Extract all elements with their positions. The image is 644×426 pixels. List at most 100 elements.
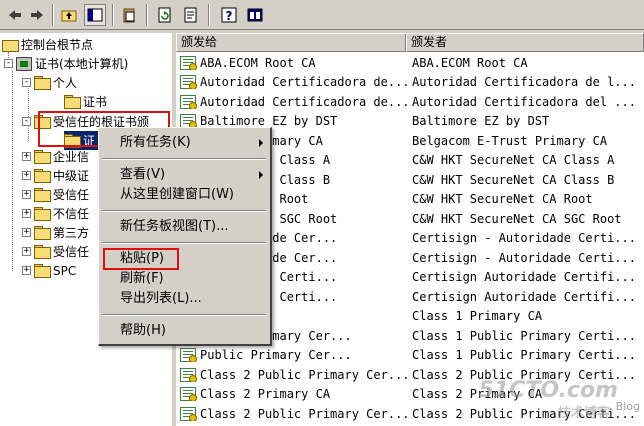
export-icon[interactable] [180,4,202,26]
menu-item-refresh[interactable]: 刷新(F) [99,269,269,289]
menu-item-label: 导出列表(L)... [120,291,202,306]
menu-item-label: 刷新(F) [120,271,164,286]
table-row[interactable]: Class 2 Public Primary Cer... Class 2 Pub… [176,365,644,385]
tree-item-certificates-local[interactable]: - 证书(本地计算机) [4,54,128,73]
column-header-issued-to[interactable]: 颁发给 [176,33,406,52]
menu-item-help[interactable]: 帮助(H) [99,321,269,341]
table-row[interactable]: ABA.ECOM Root CA ABA.ECOM Root CA [176,53,644,73]
tree-item-label: 第三方 [53,226,90,240]
table-row[interactable]: Public Primary Cer... Class 1 Public Prim… [176,346,644,366]
certificate-icon [180,387,197,402]
svg-text:?: ? [226,9,233,23]
certificate-icon [180,75,197,90]
certificate-icon [180,406,197,421]
menu-item-label: 帮助(H) [120,323,166,338]
cell-issued-to: Class 2 Public Primary Cer... [176,367,408,382]
issued-to-text: Public Primary Cer... [200,348,352,363]
cell-issued-by: Certisign - Autoridade Certi... [412,250,636,265]
clipboard-icon[interactable] [118,4,140,26]
folder-icon [34,188,51,202]
annotation-highlight-box [103,248,179,270]
context-menu: 所有任务(K) 查看(V) 从这里创建窗口(W) 新任务板视图(T)... 粘贴… [98,127,272,346]
tree-item-label: 受信任 [53,188,90,202]
tree-item-label: SPC [53,263,77,278]
menu-separator [102,210,266,212]
refresh-icon[interactable] [154,4,176,26]
tree-item-label: 企业信 [53,150,90,164]
tree-item-trusted-people[interactable]: + 受信任 [22,242,89,261]
tree-item-intermediate-ca[interactable]: + 中级证 [22,166,89,185]
help-icon[interactable]: ? [218,4,240,26]
expand-icon[interactable]: + [22,228,31,237]
forward-icon[interactable] [26,4,48,26]
menu-item-all-tasks[interactable]: 所有任务(K) [99,133,269,153]
table-row[interactable]: Autoridad Certificadora de... Autoridad C… [176,92,644,112]
expand-icon[interactable]: + [22,190,31,199]
properties-icon[interactable] [244,4,266,26]
folder-icon [34,76,51,90]
cell-issued-by: Autoridad Certificadora de l... [412,75,636,90]
table-row[interactable]: Class 2 Public Primary Cer... Class 2 Pub… [176,404,644,424]
up-folder-icon[interactable] [58,4,80,26]
expand-icon[interactable]: + [22,247,31,256]
cell-issued-by: Class 2 Public Primary Certi... [412,367,636,382]
cell-issued-by: Class 1 Primary CA [412,309,543,324]
menu-separator [102,242,266,244]
tree-root-label: 控制台根节点 [21,38,94,52]
issued-to-text: Class 2 Primary CA [200,387,331,402]
table-row[interactable]: Class 2 Primary CA Class 2 Primary CA [176,385,644,405]
expand-icon[interactable]: + [22,152,31,161]
menu-item-label: 从这里创建窗口(W) [120,187,234,202]
table-row[interactable]: Autoridad Certificadora de... Autoridad C… [176,73,644,93]
tree-item-spc[interactable]: + SPC [22,261,76,280]
cell-issued-to: Autoridad Certificadora de... [176,75,408,90]
collapse-icon[interactable]: - [4,59,13,68]
collapse-icon[interactable]: - [22,78,31,87]
tree-item-trusted-publishers[interactable]: + 受信任 [22,185,89,204]
certificate-icon [180,348,197,363]
cell-issued-by: Class 2 Primary CA [412,387,543,402]
cell-issued-by: ABA.ECOM Root CA [412,55,528,70]
list-header: 颁发给 颁发者 [176,33,644,52]
tree-item-enterprise-trust[interactable]: + 企业信 [22,147,89,166]
folder-icon [34,264,51,278]
certificate-icon [180,367,197,382]
tree-item-label: 受信任 [53,245,90,259]
tree-root[interactable]: 控制台根节点 [2,35,93,54]
menu-item-view[interactable]: 查看(V) [99,165,269,185]
cell-issued-by: Class 2 Public Primary Certi... [412,406,636,421]
cell-issued-to: Public Primary Cer... [176,348,408,363]
cell-issued-by: Class 1 Public Primary Certi... [412,328,636,343]
menu-item-new-taskpad[interactable]: 新任务板视图(T)... [99,217,269,237]
cell-issued-by: Certisign - Autoridade Certi... [412,231,636,246]
tree-item-personal-certs[interactable]: 证书 [64,92,107,111]
menu-item-new-window[interactable]: 从这里创建窗口(W) [99,185,269,205]
certificate-store-icon [16,56,32,71]
back-icon[interactable] [4,4,26,26]
menu-item-export-list[interactable]: 导出列表(L)... [99,289,269,309]
folder-icon [34,226,51,240]
certificate-icon [180,94,197,109]
tree-item-third-party-root[interactable]: + 第三方 [22,223,89,242]
issued-to-text: Class 2 Public Primary Cer... [200,367,408,382]
folder-icon [34,245,51,259]
expand-icon[interactable]: + [22,171,31,180]
expand-icon[interactable]: + [22,209,31,218]
tree-item-untrusted[interactable]: + 不信任 [22,204,89,223]
folder-icon [2,38,19,52]
collapse-icon[interactable]: - [22,117,31,126]
folder-icon [34,150,51,164]
issued-to-text: Class 2 Public Primary Cer... [200,406,408,421]
expand-icon[interactable]: + [22,266,31,275]
tree-item-label: 不信任 [53,207,90,221]
cell-issued-by: C&W HKT SecureNet CA Class A [412,153,615,168]
cell-issued-by: Baltimore EZ by DST [412,114,550,129]
folder-icon [34,169,51,183]
show-tree-icon[interactable] [84,4,106,26]
menu-item-label: 所有任务(K) [120,135,191,150]
cell-issued-to: Class 2 Primary CA [176,387,408,402]
cell-issued-by: Class 1 Public Primary Certi... [412,348,636,363]
tree-item-personal[interactable]: - 个人 [22,73,77,92]
column-header-issued-by[interactable]: 颁发者 [406,33,644,52]
cell-issued-by: Belgacom E-Trust Primary CA [412,133,608,148]
